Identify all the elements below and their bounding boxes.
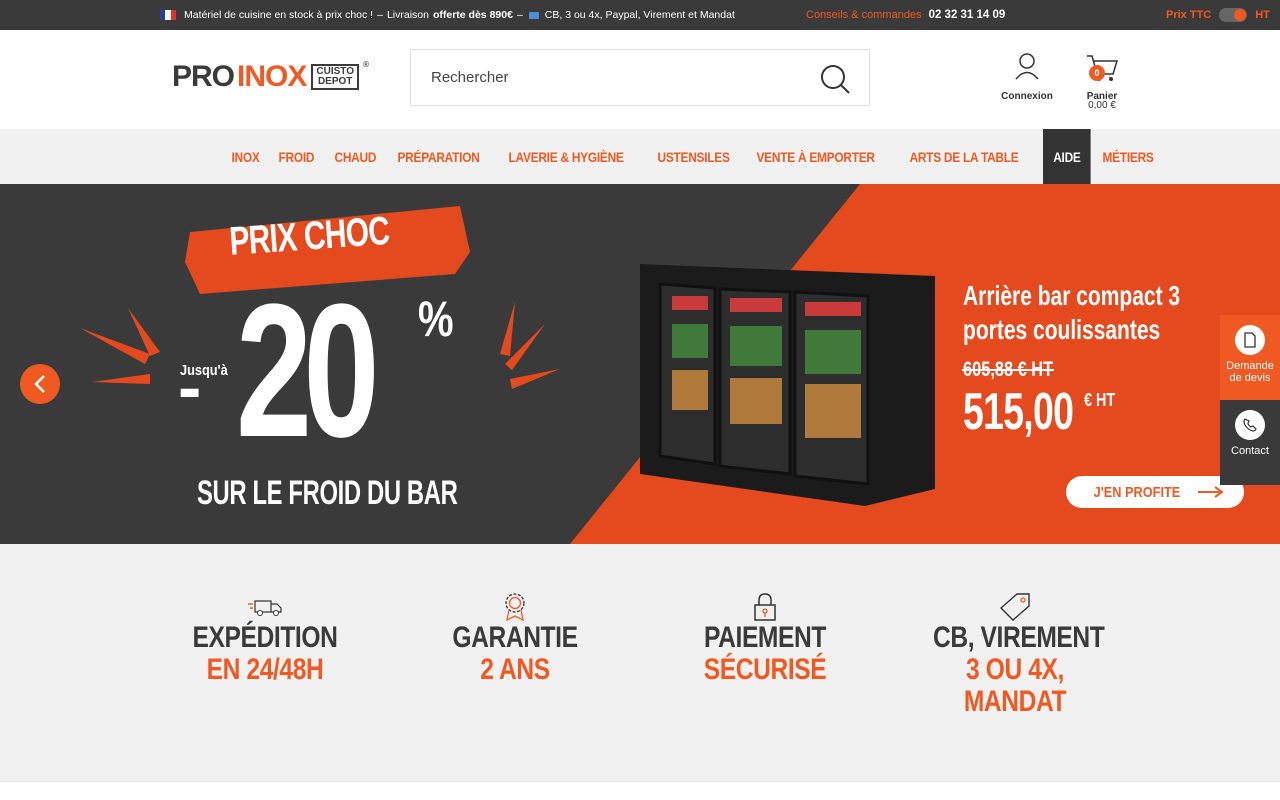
contact-info: Conseils & commandes 02 32 31 14 09 xyxy=(806,0,1005,30)
nav-item-chaud[interactable]: CHAUD xyxy=(326,129,385,184)
france-flag-icon xyxy=(160,10,176,20)
nav-item-froid[interactable]: FROID xyxy=(270,129,323,184)
feature-shipping: EXPÉDITION EN 24/48H xyxy=(165,592,365,686)
page-content-start xyxy=(0,781,1280,800)
logo-inox: INOX xyxy=(237,60,307,93)
new-price-suffix: € HT xyxy=(1084,390,1116,410)
delivery-free-text: offerte dès 890€ xyxy=(432,9,513,21)
cta-button[interactable]: J'EN PROFITE xyxy=(1066,476,1244,508)
search-box xyxy=(410,49,870,106)
hero-discount: 20 xyxy=(236,265,380,477)
feature-title: PAIEMENT xyxy=(703,621,827,654)
promo-text: Matériel de cuisine en stock à prix choc… xyxy=(184,9,374,21)
feature-payment-methods: CB, VIREMENT 3 OU 4X, MANDAT xyxy=(915,592,1115,718)
quote-label-line1: Demande xyxy=(1226,360,1274,372)
arrow-right-icon xyxy=(1197,486,1224,498)
phone-icon xyxy=(1235,410,1265,440)
advice-label[interactable]: Conseils & commandes xyxy=(806,9,922,21)
lock-icon xyxy=(665,592,865,622)
feature-title: EXPÉDITION xyxy=(192,621,338,654)
hero-minus: - xyxy=(178,348,202,426)
old-price: 605,88 € HT xyxy=(963,358,1054,381)
promo-message: Matériel de cuisine en stock à prix choc… xyxy=(160,0,735,30)
main-nav: INOX FROID CHAUD PRÉPARATION LAVERIE & H… xyxy=(0,129,1280,184)
login-label: Connexion xyxy=(1001,91,1053,102)
top-bar: Matériel de cuisine en stock à prix choc… xyxy=(0,0,1280,30)
feature-subtitle: 2 ANS xyxy=(480,653,550,686)
document-icon xyxy=(1235,325,1265,355)
quote-label-line2: de devis xyxy=(1229,372,1271,384)
user-icon xyxy=(1015,53,1039,80)
hero-banner[interactable]: PRIX CHOC Jusqu'à - 20 % SUR LE FROID DU… xyxy=(0,184,1280,544)
logo-depot: DEPOT xyxy=(317,76,353,87)
separator: – xyxy=(516,9,523,21)
fridge-image xyxy=(640,264,935,506)
credit-card-icon xyxy=(528,11,539,19)
cart-total: 0,00 € xyxy=(1088,100,1116,111)
contact-label: Contact xyxy=(1231,445,1269,457)
chevron-left-icon xyxy=(34,375,45,393)
new-price: 515,00 xyxy=(963,383,1074,441)
feature-title: GARANTIE xyxy=(452,621,578,654)
truck-icon xyxy=(165,592,365,622)
cart-button[interactable]: 0 Panier 0,00 € xyxy=(1078,52,1126,111)
phone-number[interactable]: 02 32 31 14 09 xyxy=(929,9,1006,21)
feature-title: CB, VIREMENT xyxy=(933,621,1105,654)
cta-label: J'EN PROFITE xyxy=(1093,483,1181,501)
award-icon xyxy=(415,592,615,622)
logo-pro: PRO xyxy=(172,60,235,93)
features-section: EXPÉDITION EN 24/48H GARANTIE 2 ANS PAIE… xyxy=(0,544,1280,781)
hero-subtitle: SUR LE FROID DU BAR xyxy=(197,474,458,512)
feature-subtitle: 3 OU 4X, xyxy=(966,653,1064,686)
carousel-prev-button[interactable] xyxy=(20,364,60,404)
feature-payment: PAIEMENT SÉCURISÉ xyxy=(665,592,865,686)
price-ttc-label[interactable]: Prix TTC xyxy=(1166,9,1211,21)
nav-item-metiers[interactable]: MÉTIERS xyxy=(1094,129,1162,184)
quote-request-tab[interactable]: Demande de devis xyxy=(1220,315,1280,400)
tag-icon xyxy=(915,592,1115,622)
feature-subtitle-line3: MANDAT xyxy=(963,685,1067,718)
product-title-line1: Arrière bar compact 3 xyxy=(963,280,1181,311)
feature-subtitle: SÉCURISÉ xyxy=(703,653,827,686)
toggle-knob xyxy=(1234,9,1247,21)
nav-item-preparation[interactable]: PRÉPARATION xyxy=(389,129,488,184)
separator: – xyxy=(377,9,383,21)
feature-warranty: GARANTIE 2 ANS xyxy=(415,592,615,686)
nav-item-aide[interactable]: AIDE xyxy=(1043,129,1092,184)
price-toggle[interactable] xyxy=(1219,8,1248,22)
product-title-line2: portes coulissantes xyxy=(963,314,1161,345)
registered-mark: ® xyxy=(361,60,370,69)
logo-cuisto-depot: CUISTO DEPOT xyxy=(311,64,359,90)
contact-tab[interactable]: Contact xyxy=(1220,400,1280,485)
payment-text: CB, 3 ou 4x, Paypal, Virement et Mandat xyxy=(544,9,735,21)
feature-subtitle: EN 24/48H xyxy=(206,653,324,686)
login-button[interactable]: Connexion xyxy=(997,52,1057,102)
site-header: PROINOX CUISTODEPOT ® Connexion 0 Panier… xyxy=(0,30,1280,129)
logo[interactable]: PRO INOX CUISTO DEPOT ® xyxy=(172,60,370,94)
nav-item-inox[interactable]: INOX xyxy=(223,129,268,184)
price-ht-label[interactable]: HT xyxy=(1255,9,1270,21)
nav-item-laverie-hygiene[interactable]: LAVERIE & HYGIÈNE xyxy=(500,129,632,184)
price-toggle-group: Prix TTC HT xyxy=(1166,0,1270,30)
search-icon[interactable] xyxy=(819,63,851,95)
nav-item-arts-de-la-table[interactable]: ARTS DE LA TABLE xyxy=(901,129,1027,184)
cart-count-badge: 0 xyxy=(1089,65,1105,81)
search-input[interactable] xyxy=(411,50,811,105)
delivery-text: Livraison xyxy=(386,9,429,21)
nav-item-vente-a-emporter[interactable]: VENTE À EMPORTER xyxy=(748,129,883,184)
hero-percent: % xyxy=(418,291,454,347)
nav-item-ustensiles[interactable]: USTENSILES xyxy=(649,129,738,184)
